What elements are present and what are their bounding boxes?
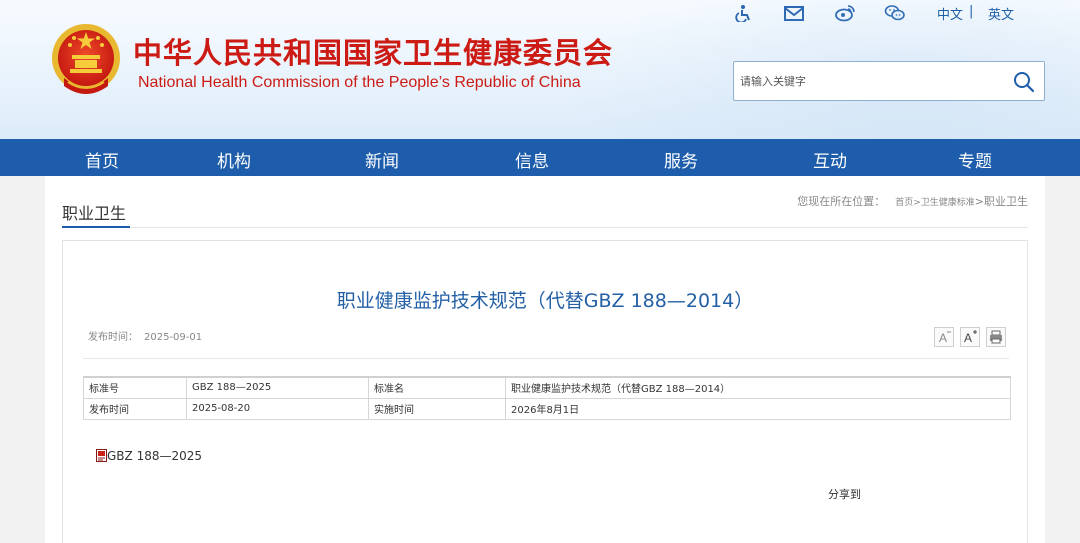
breadcrumb-separator: > xyxy=(974,195,984,208)
attachment-name: GBZ 188—2025 xyxy=(107,449,203,463)
wechat-icon[interactable] xyxy=(884,4,906,22)
print-button[interactable] xyxy=(986,327,1006,347)
pdf-file-icon xyxy=(96,449,107,462)
nav-item-interaction[interactable]: 互动 xyxy=(813,147,847,172)
standard-info-table: 标准号 GBZ 188—2025 标准名 职业健康监护技术规范（代替GBZ 18… xyxy=(83,376,1011,420)
svg-text:A: A xyxy=(964,331,972,345)
font-decrease-button[interactable]: A xyxy=(934,327,954,347)
article-title: 职业健康监护技术规范（代替GBZ 188—2014） xyxy=(336,290,754,312)
table-cell-value: 职业健康监护技术规范（代替GBZ 188—2014） xyxy=(505,376,1011,399)
table-cell-value: 2026年8月1日 xyxy=(505,397,1011,420)
publish-meta: 发布时间： 2025-09-01 xyxy=(88,328,208,343)
svg-text:A: A xyxy=(939,331,947,345)
table-cell-label: 标准号 xyxy=(83,376,187,399)
table-cell-value: GBZ 188—2025 xyxy=(186,376,369,399)
site-name-chinese: 中华人民共和国国家卫生健康委员会 xyxy=(133,36,614,70)
language-separator: | xyxy=(969,4,974,19)
main-nav: 首页 机构 新闻 信息 服务 互动 专题 xyxy=(0,139,1080,176)
search-icon[interactable] xyxy=(1012,70,1036,94)
print-icon xyxy=(990,330,1002,344)
language-english-link[interactable]: 英文 xyxy=(988,4,1014,23)
table-cell-value: 2025-08-20 xyxy=(186,397,369,420)
nav-item-services[interactable]: 服务 xyxy=(664,147,698,172)
table-cell-label: 发布时间 xyxy=(83,397,187,420)
publish-date: 2025-09-01 xyxy=(144,332,203,343)
nav-item-organization[interactable]: 机构 xyxy=(217,147,251,172)
section-title: 职业卫生 xyxy=(62,204,127,223)
nav-item-topics[interactable]: 专题 xyxy=(958,147,992,172)
search-box xyxy=(733,61,1045,101)
section-title-underline xyxy=(62,226,130,228)
table-cell-label: 标准名 xyxy=(368,376,506,399)
breadcrumb: 您现在所在位置： 首页>卫生健康标准>职业卫生 xyxy=(797,193,1028,209)
breadcrumb-current: 职业卫生 xyxy=(984,195,1028,208)
font-increase-button[interactable]: A xyxy=(960,327,980,347)
nav-item-news[interactable]: 新闻 xyxy=(365,147,399,172)
section-divider xyxy=(62,227,1028,228)
mail-icon[interactable] xyxy=(783,5,805,23)
table-row: 标准号 GBZ 188—2025 标准名 职业健康监护技术规范（代替GBZ 18… xyxy=(83,376,1011,399)
attachment-link[interactable]: GBZ 188—2025 xyxy=(96,449,202,463)
nav-item-home[interactable]: 首页 xyxy=(85,147,119,172)
table-row: 发布时间 2025-08-20 实施时间 2026年8月1日 xyxy=(83,397,1011,420)
site-header: 中华人民共和国国家卫生健康委员会 National Health Commiss… xyxy=(0,0,1080,139)
font-decrease-icon: A xyxy=(939,331,951,345)
publish-label: 发布时间： xyxy=(88,332,138,343)
share-label: 分享到 xyxy=(828,488,861,501)
content-area: 职业卫生 您现在所在位置： 首页>卫生健康标准>职业卫生 职业健康监护技术规范（代… xyxy=(45,176,1045,543)
accessibility-icon[interactable] xyxy=(733,4,755,22)
font-increase-icon: A xyxy=(964,330,977,345)
breadcrumb-separator: > xyxy=(913,198,921,208)
breadcrumb-standards-link[interactable]: 卫生健康标准 xyxy=(921,198,975,208)
weibo-icon[interactable] xyxy=(834,4,856,22)
language-chinese-link[interactable]: 中文 xyxy=(937,4,963,23)
article-panel: 职业健康监护技术规范（代替GBZ 188—2014） 发布时间： 2025-09-… xyxy=(62,240,1028,543)
nav-item-information[interactable]: 信息 xyxy=(515,147,549,172)
national-emblem-icon xyxy=(52,24,120,94)
table-cell-label: 实施时间 xyxy=(368,397,506,420)
meta-divider xyxy=(83,358,1009,359)
search-input[interactable] xyxy=(740,70,1000,92)
site-name-english: National Health Commission of the People… xyxy=(138,74,581,91)
breadcrumb-label: 您现在所在位置： xyxy=(797,195,886,208)
breadcrumb-home-link[interactable]: 首页 xyxy=(895,198,913,208)
